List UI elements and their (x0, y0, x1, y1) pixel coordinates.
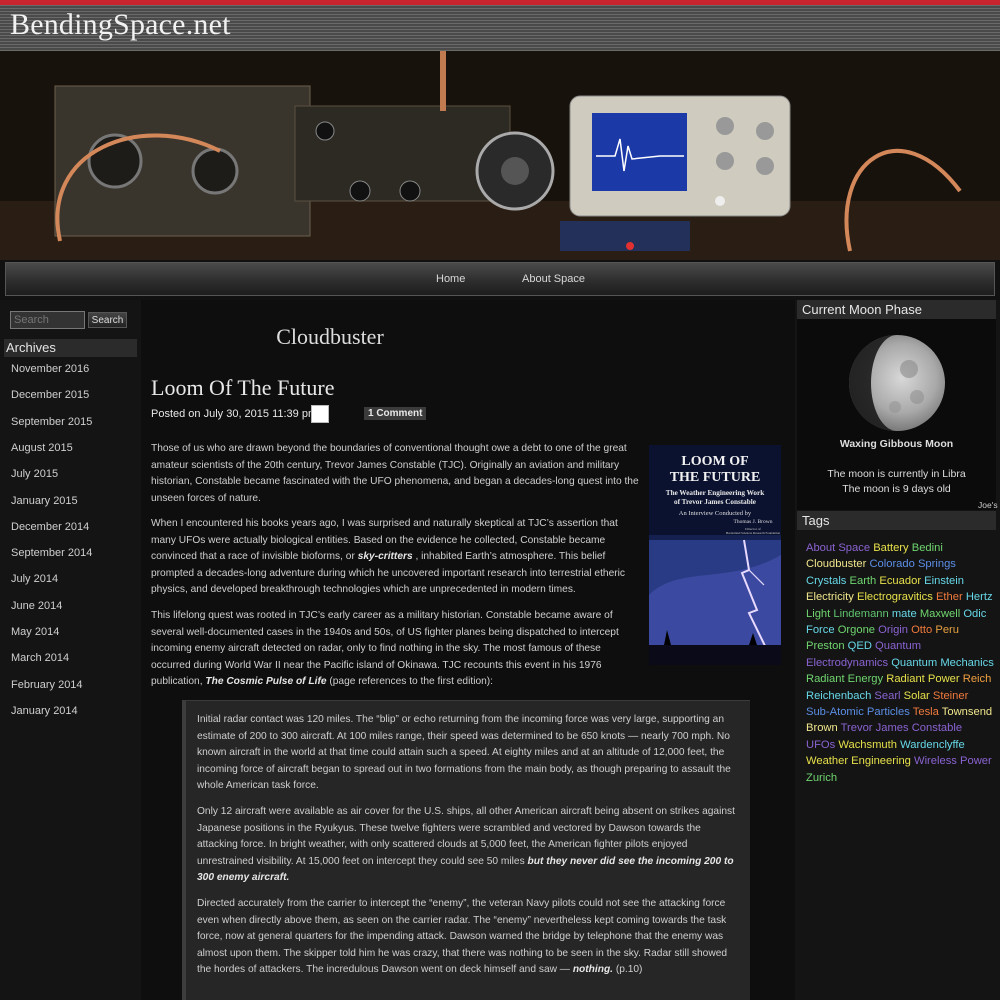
main-nav: Home About Space (5, 262, 995, 296)
book-subtitle-line-2: of Trevor James Constable (674, 498, 756, 506)
archive-link[interactable]: August 2015 (11, 442, 73, 454)
tag-link[interactable]: Bedini (912, 542, 943, 554)
moon-sign-text: The moon is currently in Libra (827, 468, 966, 480)
tag-link[interactable]: Earth (850, 575, 877, 587)
tag-link[interactable]: Tesla (913, 706, 939, 718)
tag-link[interactable]: About Space (806, 542, 870, 554)
tag-link[interactable]: Radiant Energy (806, 673, 883, 685)
moon-phase-widget (797, 319, 996, 510)
tag-link[interactable]: Wireless Power (914, 755, 992, 767)
tag-link[interactable]: Reich (963, 673, 992, 685)
book-subtitle-line-1: The Weather Engineering Work (666, 489, 764, 497)
tag-link[interactable]: Otto (911, 624, 932, 636)
book-title-line-2: THE FUTURE (670, 470, 761, 485)
left-sidebar: Search Archives November 2016December 20… (0, 300, 141, 1000)
tag-link[interactable]: Lindemann (833, 608, 888, 620)
comments-link[interactable]: 1 Comment (364, 407, 427, 420)
tags-title: Tags (797, 511, 996, 530)
tag-link[interactable]: Electricity (806, 591, 854, 603)
archive-link[interactable]: July 2014 (11, 573, 58, 585)
tag-link[interactable]: Hertz (966, 591, 993, 603)
book-cover-image[interactable]: LOOM OF THE FUTURE The Weather Engineeri… (649, 445, 781, 665)
tag-link[interactable]: Weather Engineering (806, 755, 911, 767)
tag-link[interactable]: Solar (904, 690, 930, 702)
tag-link[interactable]: Cloudbuster (806, 558, 866, 570)
post-paragraph-3: This lifelong quest was rooted in TJC’s … (151, 610, 619, 687)
tag-link[interactable]: Light (806, 608, 830, 620)
archive-link[interactable]: February 2014 (11, 679, 83, 691)
archive-link[interactable]: September 2015 (11, 416, 92, 428)
tag-link[interactable]: Electrogravitics (857, 591, 933, 603)
book-small-line-2: Borderland Sciences Research Foundation (726, 531, 780, 535)
book-interview-line-2: Thomas J. Brown (734, 519, 773, 525)
post-date: Posted on July 30, 2015 11:39 pm (151, 408, 318, 420)
tag-link[interactable]: Crystals (806, 575, 846, 587)
archive-link[interactable]: January 2015 (11, 495, 78, 507)
tag-link[interactable]: Quantum Mechanics (891, 657, 994, 669)
tag-link[interactable]: Wachsmuth (838, 739, 897, 751)
site-header: BendingSpace.net (0, 5, 1000, 51)
quote-emphasis-2: nothing. (572, 964, 613, 975)
nav-home[interactable]: Home (436, 273, 465, 285)
tag-link[interactable]: Wardenclyffe (900, 739, 965, 751)
tag-link[interactable]: Reichenbach (806, 690, 871, 702)
tag-link[interactable]: UFOs (806, 739, 835, 751)
archive-link[interactable]: July 2015 (11, 468, 58, 480)
site-title[interactable]: BendingSpace.net (10, 8, 231, 42)
moon-icon (849, 335, 945, 431)
moon-widget-credit-link[interactable]: Joe's (978, 500, 998, 510)
tag-link[interactable]: Orgone (838, 624, 875, 636)
nav-about-space[interactable]: About Space (522, 273, 585, 285)
archive-link[interactable]: March 2014 (11, 652, 69, 664)
moon-age-text: The moon is 9 days old (842, 483, 951, 495)
tag-link[interactable]: Ether (936, 591, 963, 603)
quote-paragraph-3: Directed accurately from the carrier to … (197, 898, 728, 975)
tag-link[interactable]: Battery (873, 542, 908, 554)
archive-link[interactable]: January 2014 (11, 705, 78, 717)
quote-paragraph-1: Initial radar contact was 120 miles. The… (197, 714, 731, 791)
tag-link[interactable]: Searl (874, 690, 900, 702)
tag-link[interactable]: Trevor James Constable (841, 722, 962, 734)
archive-link[interactable]: November 2016 (11, 363, 89, 375)
tag-link[interactable]: Steiner (933, 690, 968, 702)
tag-link[interactable]: Preston (806, 640, 845, 652)
author-avatar[interactable] (311, 405, 329, 423)
post-paragraph-2: When I encountered his books years ago, … (151, 518, 625, 595)
archive-link[interactable]: December 2014 (11, 521, 89, 533)
book-interview-line-1: An Interview Conducted by (679, 510, 752, 517)
archive-link[interactable]: September 2014 (11, 547, 92, 559)
tag-link[interactable]: Colorado Springs (869, 558, 955, 570)
archive-link[interactable]: May 2014 (11, 626, 59, 638)
tag-link[interactable]: Zurich (806, 772, 837, 784)
header-banner-image (0, 51, 1000, 260)
tag-link[interactable]: QED (848, 640, 872, 652)
tag-link[interactable]: Radiant Power (886, 673, 959, 685)
emphasis-sky-critters: sky-critters (357, 551, 413, 562)
post-title[interactable]: Loom Of The Future (151, 375, 335, 401)
archive-link[interactable]: June 2014 (11, 600, 62, 612)
moon-phase-name: Waxing Gibbous Moon (839, 438, 954, 450)
tag-cloud: About Space Battery Bedini Cloudbuster C… (806, 540, 994, 786)
tag-link[interactable]: Peru (935, 624, 959, 636)
book-title-cosmic-pulse: The Cosmic Pulse of Life (205, 676, 327, 687)
post-paragraph-1: Those of us who are drawn beyond the bou… (151, 443, 639, 504)
tag-link[interactable]: Ecuador (879, 575, 921, 587)
tag-link[interactable]: mate (892, 608, 917, 620)
tag-link[interactable]: Einstein (924, 575, 964, 587)
tag-link[interactable]: Sub-Atomic Particles (806, 706, 910, 718)
archive-link[interactable]: December 2015 (11, 389, 89, 401)
nav-wrapper: Home About Space (0, 260, 1000, 300)
tag-link[interactable]: Origin (878, 624, 908, 636)
tag-link[interactable]: Maxwell (920, 608, 960, 620)
quote-paragraph-2: Only 12 aircraft were available as air c… (197, 806, 735, 883)
category-title: Cloudbuster (276, 324, 384, 349)
book-title-line-1: LOOM OF (681, 454, 748, 469)
moon-phase-title: Current Moon Phase (797, 300, 996, 319)
